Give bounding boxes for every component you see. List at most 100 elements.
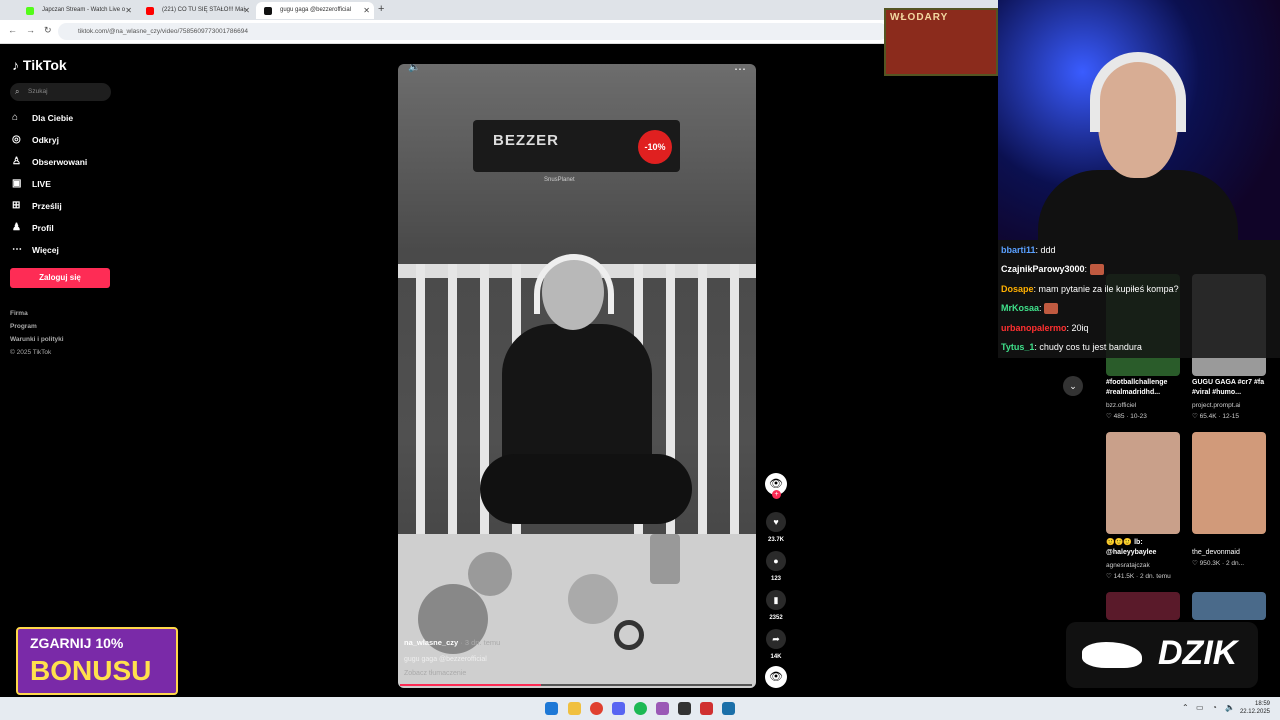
tiktok-logo[interactable]: ♪ TikTok xyxy=(12,57,67,73)
recommendation-title[interactable]: 🙂🙂🙂 lb: @haleyybaylee xyxy=(1106,538,1182,558)
chat-message: MrKosaa: xyxy=(1001,303,1059,315)
recommendation-title[interactable]: GUGU GAGA #cr7 #fa #viral #humo... xyxy=(1192,378,1274,398)
follow-plus-icon[interactable]: + xyxy=(772,490,781,499)
system-clock[interactable]: 18:59 22.12.2025 xyxy=(1240,700,1270,716)
chat-emote-icon xyxy=(1089,264,1104,276)
footer-link-terms[interactable]: Warunki i polityki xyxy=(10,336,64,343)
recommendation-meta: ♡ 485 · 10-23 xyxy=(1106,413,1147,420)
chat-message: urbanopalermo: 20iq xyxy=(1001,323,1089,333)
browser-tab-3[interactable]: gugu gaga @bezzerofficial ✕ xyxy=(256,2,374,19)
footer-link-program[interactable]: Program xyxy=(10,323,37,330)
comment-icon: ● xyxy=(773,556,779,566)
share-button[interactable]: ➦ xyxy=(766,629,786,649)
tab-title: (221) CO TU SIĘ STAŁO!!! Mai xyxy=(162,7,245,13)
tiktok-favicon-icon xyxy=(264,7,272,15)
reload-icon[interactable]: ↻ xyxy=(44,25,52,36)
translate-link[interactable]: Zobacz tłumaczenie xyxy=(404,670,466,677)
chat-text: : mam pytanie za ile kupiłeś kompa? xyxy=(1033,284,1179,294)
sidebar-item-more[interactable]: ⋯ Więcej xyxy=(12,242,59,258)
video-player[interactable]: BEZZER -10% SnusPlanet 🔈 ⋯ na_wlasne_czy… xyxy=(398,64,756,688)
save-button[interactable]: ▮ xyxy=(766,590,786,610)
more-options-icon[interactable]: ⋯ xyxy=(734,64,746,76)
url-field[interactable]: tiktok.com/@na_wlasne_czy/video/75856097… xyxy=(58,23,888,40)
recommendation-thumb[interactable] xyxy=(1192,432,1266,534)
poster-title: WŁODARY xyxy=(890,12,949,23)
tray-arrow-icon[interactable]: ⌃ xyxy=(1182,703,1189,712)
user-icon: ♙ xyxy=(12,156,21,167)
obs-icon[interactable] xyxy=(656,702,669,715)
more-dots-icon: ⋯ xyxy=(12,244,22,255)
recommendation-thumb[interactable] xyxy=(1106,432,1180,534)
footer-link-company[interactable]: Firma xyxy=(10,310,28,317)
person-legs xyxy=(480,454,692,524)
recommendation-user: agnesratajczak xyxy=(1106,562,1150,569)
chat-username: MrKosaa xyxy=(1001,303,1040,313)
like-button[interactable]: ♥ xyxy=(766,512,786,532)
close-tab-icon[interactable]: ✕ xyxy=(243,2,250,19)
chat-text: : xyxy=(1039,303,1042,313)
sidebar-item-label: Więcej xyxy=(32,245,59,255)
forward-arrow-icon[interactable]: → xyxy=(26,25,35,35)
sidebar-item-label: Dla Ciebie xyxy=(32,113,74,123)
close-tab-icon[interactable]: ✕ xyxy=(125,2,132,19)
recommendation-thumb[interactable] xyxy=(1106,592,1180,620)
network-icon[interactable]: ▭ xyxy=(1196,703,1204,712)
sidebar-item-for-you[interactable]: ⌂ Dla Ciebie xyxy=(12,110,73,126)
ad-sponsor-text: SnusPlanet xyxy=(544,177,575,183)
chrome-icon[interactable] xyxy=(590,702,603,715)
music-disc[interactable]: 👁 xyxy=(765,666,787,688)
chat-text: : ddd xyxy=(1035,245,1056,255)
stream-chat: bbarti11: ddd CzajnikParowy3000: Dosape:… xyxy=(998,240,1280,358)
posted-time: · 3 dn. temu xyxy=(460,638,501,647)
eye-logo-icon: 👁 xyxy=(769,478,783,490)
close-tab-icon[interactable]: ✕ xyxy=(363,2,370,19)
wifi-icon[interactable]: ◔ xyxy=(1212,703,1217,712)
sidebar-item-live[interactable]: ▣ LIVE xyxy=(12,176,51,192)
windows-taskbar: ⌃ ▭ ◔ 🔈 18:59 22.12.2025 xyxy=(0,697,1280,720)
app-icon[interactable] xyxy=(678,702,691,715)
chevron-down-icon[interactable]: ⌄ xyxy=(1063,376,1083,396)
comment-button[interactable]: ● xyxy=(766,551,786,571)
browser-tab-1[interactable]: Japczan Stream - Watch Live o ✕ xyxy=(18,2,136,19)
bunny-toy xyxy=(568,574,618,624)
stream-frame-poster: WŁODARY xyxy=(884,8,998,76)
kick-favicon-icon xyxy=(26,7,34,15)
pacifier-toy xyxy=(614,620,644,650)
spotify-icon[interactable] xyxy=(634,702,647,715)
sidebar-item-label: Prześlij xyxy=(32,201,62,211)
recommendation-thumb[interactable] xyxy=(1192,592,1266,620)
headphones xyxy=(534,254,614,314)
chat-message: bbarti11: ddd xyxy=(1001,245,1056,255)
eye-logo-icon: 👁 xyxy=(769,671,783,683)
recommendation-title[interactable]: #footballchallenge #realmadridhd... xyxy=(1106,378,1182,398)
bonus-line-2: BONUSU xyxy=(30,655,152,686)
chat-username: Tytus_1 xyxy=(1001,342,1035,352)
speaker-icon[interactable]: 🔈 xyxy=(1225,703,1235,712)
sidebar-item-explore[interactable]: ◎ Odkryj xyxy=(12,132,59,148)
sidebar-item-upload[interactable]: ⊞ Prześlij xyxy=(12,198,62,214)
chat-text: : chudy cos tu jest bandura xyxy=(1034,342,1142,352)
recommendation-meta: ♡ 65.4K · 12-15 xyxy=(1192,413,1240,420)
steam-icon[interactable] xyxy=(722,702,735,715)
login-button[interactable]: Zaloguj się xyxy=(10,268,110,288)
recommendation-title[interactable]: the_devonmaid xyxy=(1192,548,1274,558)
browser-tab-2[interactable]: (221) CO TU SIĘ STAŁO!!! Mai ✕ xyxy=(138,2,254,19)
windows-start-icon[interactable] xyxy=(545,702,558,715)
app-icon[interactable] xyxy=(700,702,713,715)
compass-icon: ◎ xyxy=(12,134,21,145)
sidebar-item-following[interactable]: ♙ Obserwowani xyxy=(12,154,87,170)
new-tab-icon[interactable]: + xyxy=(378,3,384,15)
author-avatar[interactable]: 👁 + xyxy=(765,473,787,499)
file-explorer-icon[interactable] xyxy=(568,702,581,715)
video-description: gugu gaga @bezzerofficial xyxy=(404,656,487,663)
back-arrow-icon[interactable]: ← xyxy=(8,25,17,35)
volume-icon[interactable]: 🔈 xyxy=(408,64,420,73)
video-author[interactable]: na_wlasne_czy · 3 dn. temu xyxy=(404,638,500,647)
sidebar-item-profile[interactable]: ♟ Profil xyxy=(12,220,54,236)
author-name: na_wlasne_czy xyxy=(404,638,459,647)
chat-message: Tytus_1: chudy cos tu jest bandura xyxy=(1001,342,1142,352)
video-progress-bar[interactable] xyxy=(400,684,752,686)
discord-icon[interactable] xyxy=(612,702,625,715)
search-input[interactable]: ⌕ Szukaj xyxy=(10,83,111,101)
sidebar-item-label: Profil xyxy=(32,223,54,233)
